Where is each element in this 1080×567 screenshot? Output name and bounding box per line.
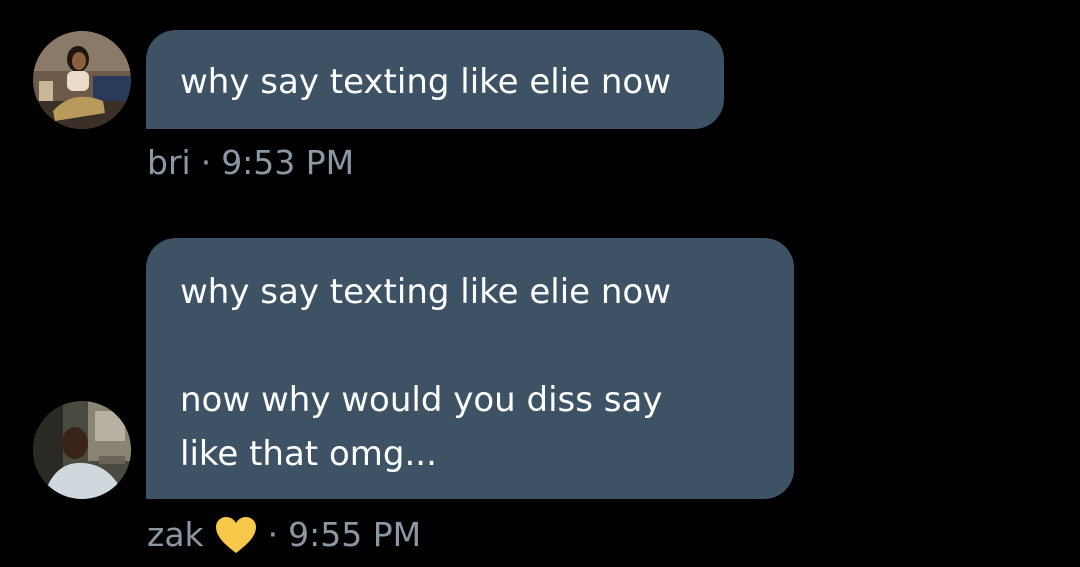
message-2-line-3: now why would you diss say: [180, 380, 663, 420]
message-bubble-1[interactable]: why say texting like elie now: [146, 30, 724, 129]
message-2-meta: zak · 9:55 PM: [147, 513, 421, 555]
yellow-heart-icon: [214, 515, 258, 555]
message-2-sender[interactable]: zak: [147, 515, 204, 554]
message-1-meta: bri · 9:53 PM: [147, 143, 354, 182]
message-2-line-1: why say texting like elie now: [180, 272, 672, 312]
message-1-sender[interactable]: bri: [147, 143, 191, 182]
avatar-bri[interactable]: [33, 31, 131, 129]
avatar-zak[interactable]: [33, 401, 131, 499]
message-1-line-1: why say texting like elie now: [180, 62, 672, 102]
message-1-time: 9:53 PM: [221, 143, 355, 182]
meta-separator: ·: [267, 514, 279, 554]
avatar-zak-photo: [33, 401, 131, 499]
message-2-time: 9:55 PM: [288, 514, 422, 554]
message-2-line-4: like that omg...: [180, 434, 437, 474]
meta-separator: ·: [200, 143, 212, 182]
message-2-line-2: [180, 319, 760, 373]
avatar-bri-photo: [33, 31, 131, 129]
message-bubble-2[interactable]: why say texting like elie now now why wo…: [146, 238, 794, 499]
